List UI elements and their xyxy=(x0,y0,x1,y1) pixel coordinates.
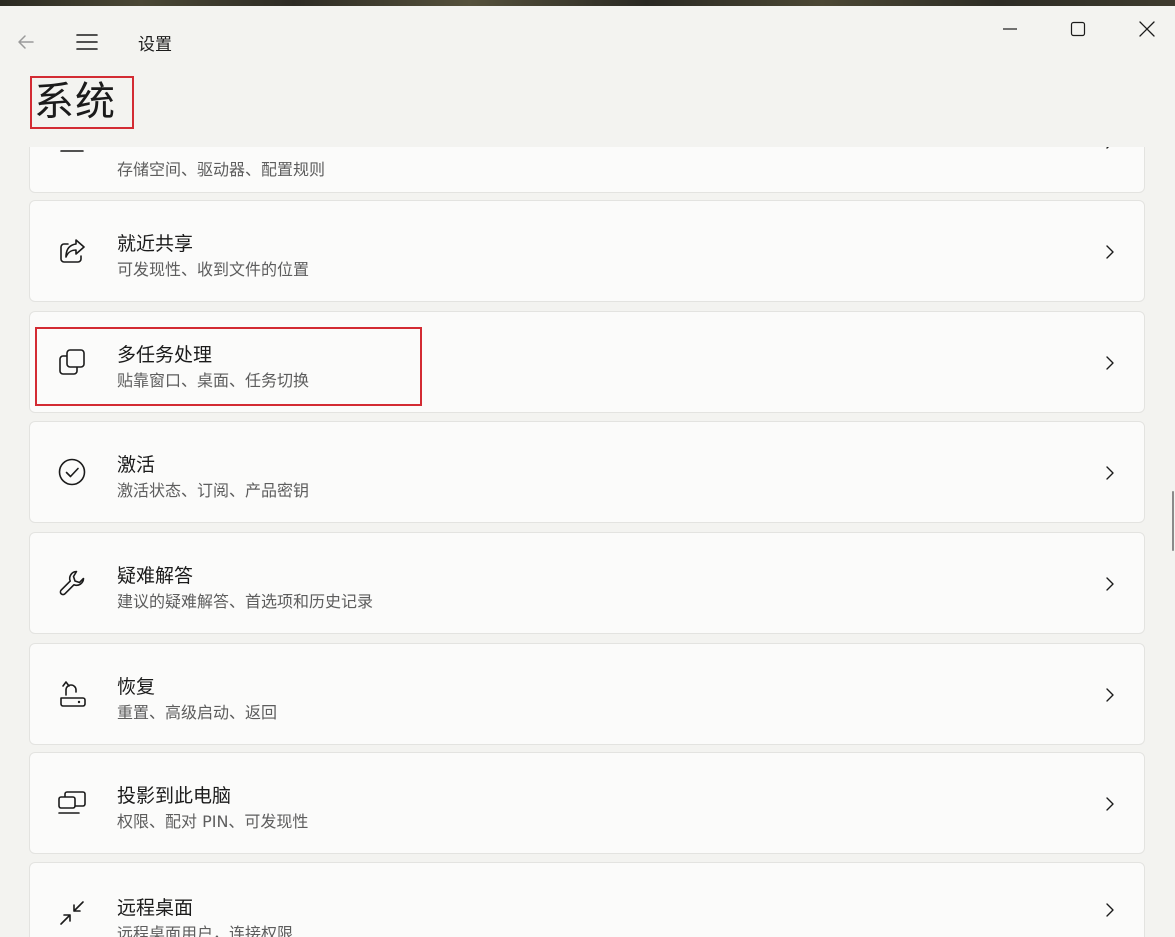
settings-item-recovery[interactable]: 恢复 重置、高级启动、返回 xyxy=(29,643,1145,745)
settings-item-nearby-sharing[interactable]: 就近共享 可发现性、收到文件的位置 xyxy=(29,200,1145,302)
maximize-button[interactable] xyxy=(1048,12,1108,46)
app-title: 设置 xyxy=(138,35,172,55)
chevron-right-icon xyxy=(1098,792,1122,816)
settings-item-title: 远程桌面 xyxy=(117,897,194,919)
settings-item-subtitle: 激活状态、订阅、产品密钥 xyxy=(117,481,310,500)
close-button[interactable] xyxy=(1117,12,1175,46)
navigation-menu-button[interactable] xyxy=(70,26,104,58)
settings-item-title: 投影到此电脑 xyxy=(117,785,232,807)
chevron-right-icon xyxy=(1098,351,1122,375)
settings-item-title: 多任务处理 xyxy=(117,344,213,366)
chevron-right-icon xyxy=(1098,240,1122,264)
settings-item-multitasking[interactable]: 多任务处理 贴靠窗口、桌面、任务切换 xyxy=(29,311,1145,413)
settings-item-subtitle: 可发现性、收到文件的位置 xyxy=(117,260,310,279)
project-to-pc-icon xyxy=(56,787,88,819)
chevron-right-icon xyxy=(1098,147,1122,154)
settings-item-remote-desktop[interactable]: 远程桌面 远程桌面用户，连接权限 xyxy=(29,862,1145,937)
back-button[interactable] xyxy=(10,26,42,58)
chevron-right-icon xyxy=(1098,683,1122,707)
multitasking-icon xyxy=(56,346,88,378)
settings-item-subtitle: 权限、配对 PIN、可发现性 xyxy=(117,812,309,831)
check-circle-icon xyxy=(56,456,88,488)
page-title-highlight-box xyxy=(30,76,134,129)
settings-item-projecting[interactable]: 投影到此电脑 权限、配对 PIN、可发现性 xyxy=(29,752,1145,854)
settings-item-subtitle: 贴靠窗口、桌面、任务切换 xyxy=(117,371,310,390)
share-icon xyxy=(56,235,88,267)
chevron-right-icon xyxy=(1098,572,1122,596)
wrench-icon xyxy=(56,567,88,599)
settings-item-subtitle: 建议的疑难解答、首选项和历史记录 xyxy=(117,592,374,611)
settings-item-title: 激活 xyxy=(117,454,156,476)
remote-desktop-icon xyxy=(56,897,88,929)
settings-item-title: 就近共享 xyxy=(117,233,194,255)
settings-item-subtitle: 远程桌面用户，连接权限 xyxy=(117,924,294,937)
hamburger-menu-icon xyxy=(76,34,98,50)
chevron-right-icon xyxy=(1098,461,1122,485)
minimize-icon xyxy=(1003,28,1017,30)
settings-list: 存储空间、驱动器、配置规则 就近共享 可发现性、收到文件的位置 多任务处理 贴靠… xyxy=(0,147,1175,937)
chevron-right-icon xyxy=(1098,898,1122,922)
title-bar: 设置 xyxy=(0,6,1175,72)
settings-window: 设置 系统 存储空间、驱动器、配置规则 就近共享 可发现性、收到文件的位置 多任… xyxy=(0,6,1175,937)
back-arrow-icon xyxy=(18,35,34,49)
maximize-icon xyxy=(1070,21,1086,37)
storage-icon xyxy=(56,147,88,170)
minimize-button[interactable] xyxy=(980,12,1040,46)
settings-item-title: 恢复 xyxy=(117,676,156,698)
settings-item-subtitle: 存储空间、驱动器、配置规则 xyxy=(117,160,326,179)
settings-item-storage[interactable]: 存储空间、驱动器、配置规则 xyxy=(29,147,1145,193)
recovery-icon xyxy=(56,678,88,710)
close-icon xyxy=(1139,21,1155,37)
settings-item-subtitle: 重置、高级启动、返回 xyxy=(117,703,278,722)
scrollbar-thumb[interactable] xyxy=(1172,491,1174,551)
settings-item-troubleshoot[interactable]: 疑难解答 建议的疑难解答、首选项和历史记录 xyxy=(29,532,1145,634)
settings-item-title: 疑难解答 xyxy=(117,565,194,587)
settings-item-activation[interactable]: 激活 激活状态、订阅、产品密钥 xyxy=(29,421,1145,523)
